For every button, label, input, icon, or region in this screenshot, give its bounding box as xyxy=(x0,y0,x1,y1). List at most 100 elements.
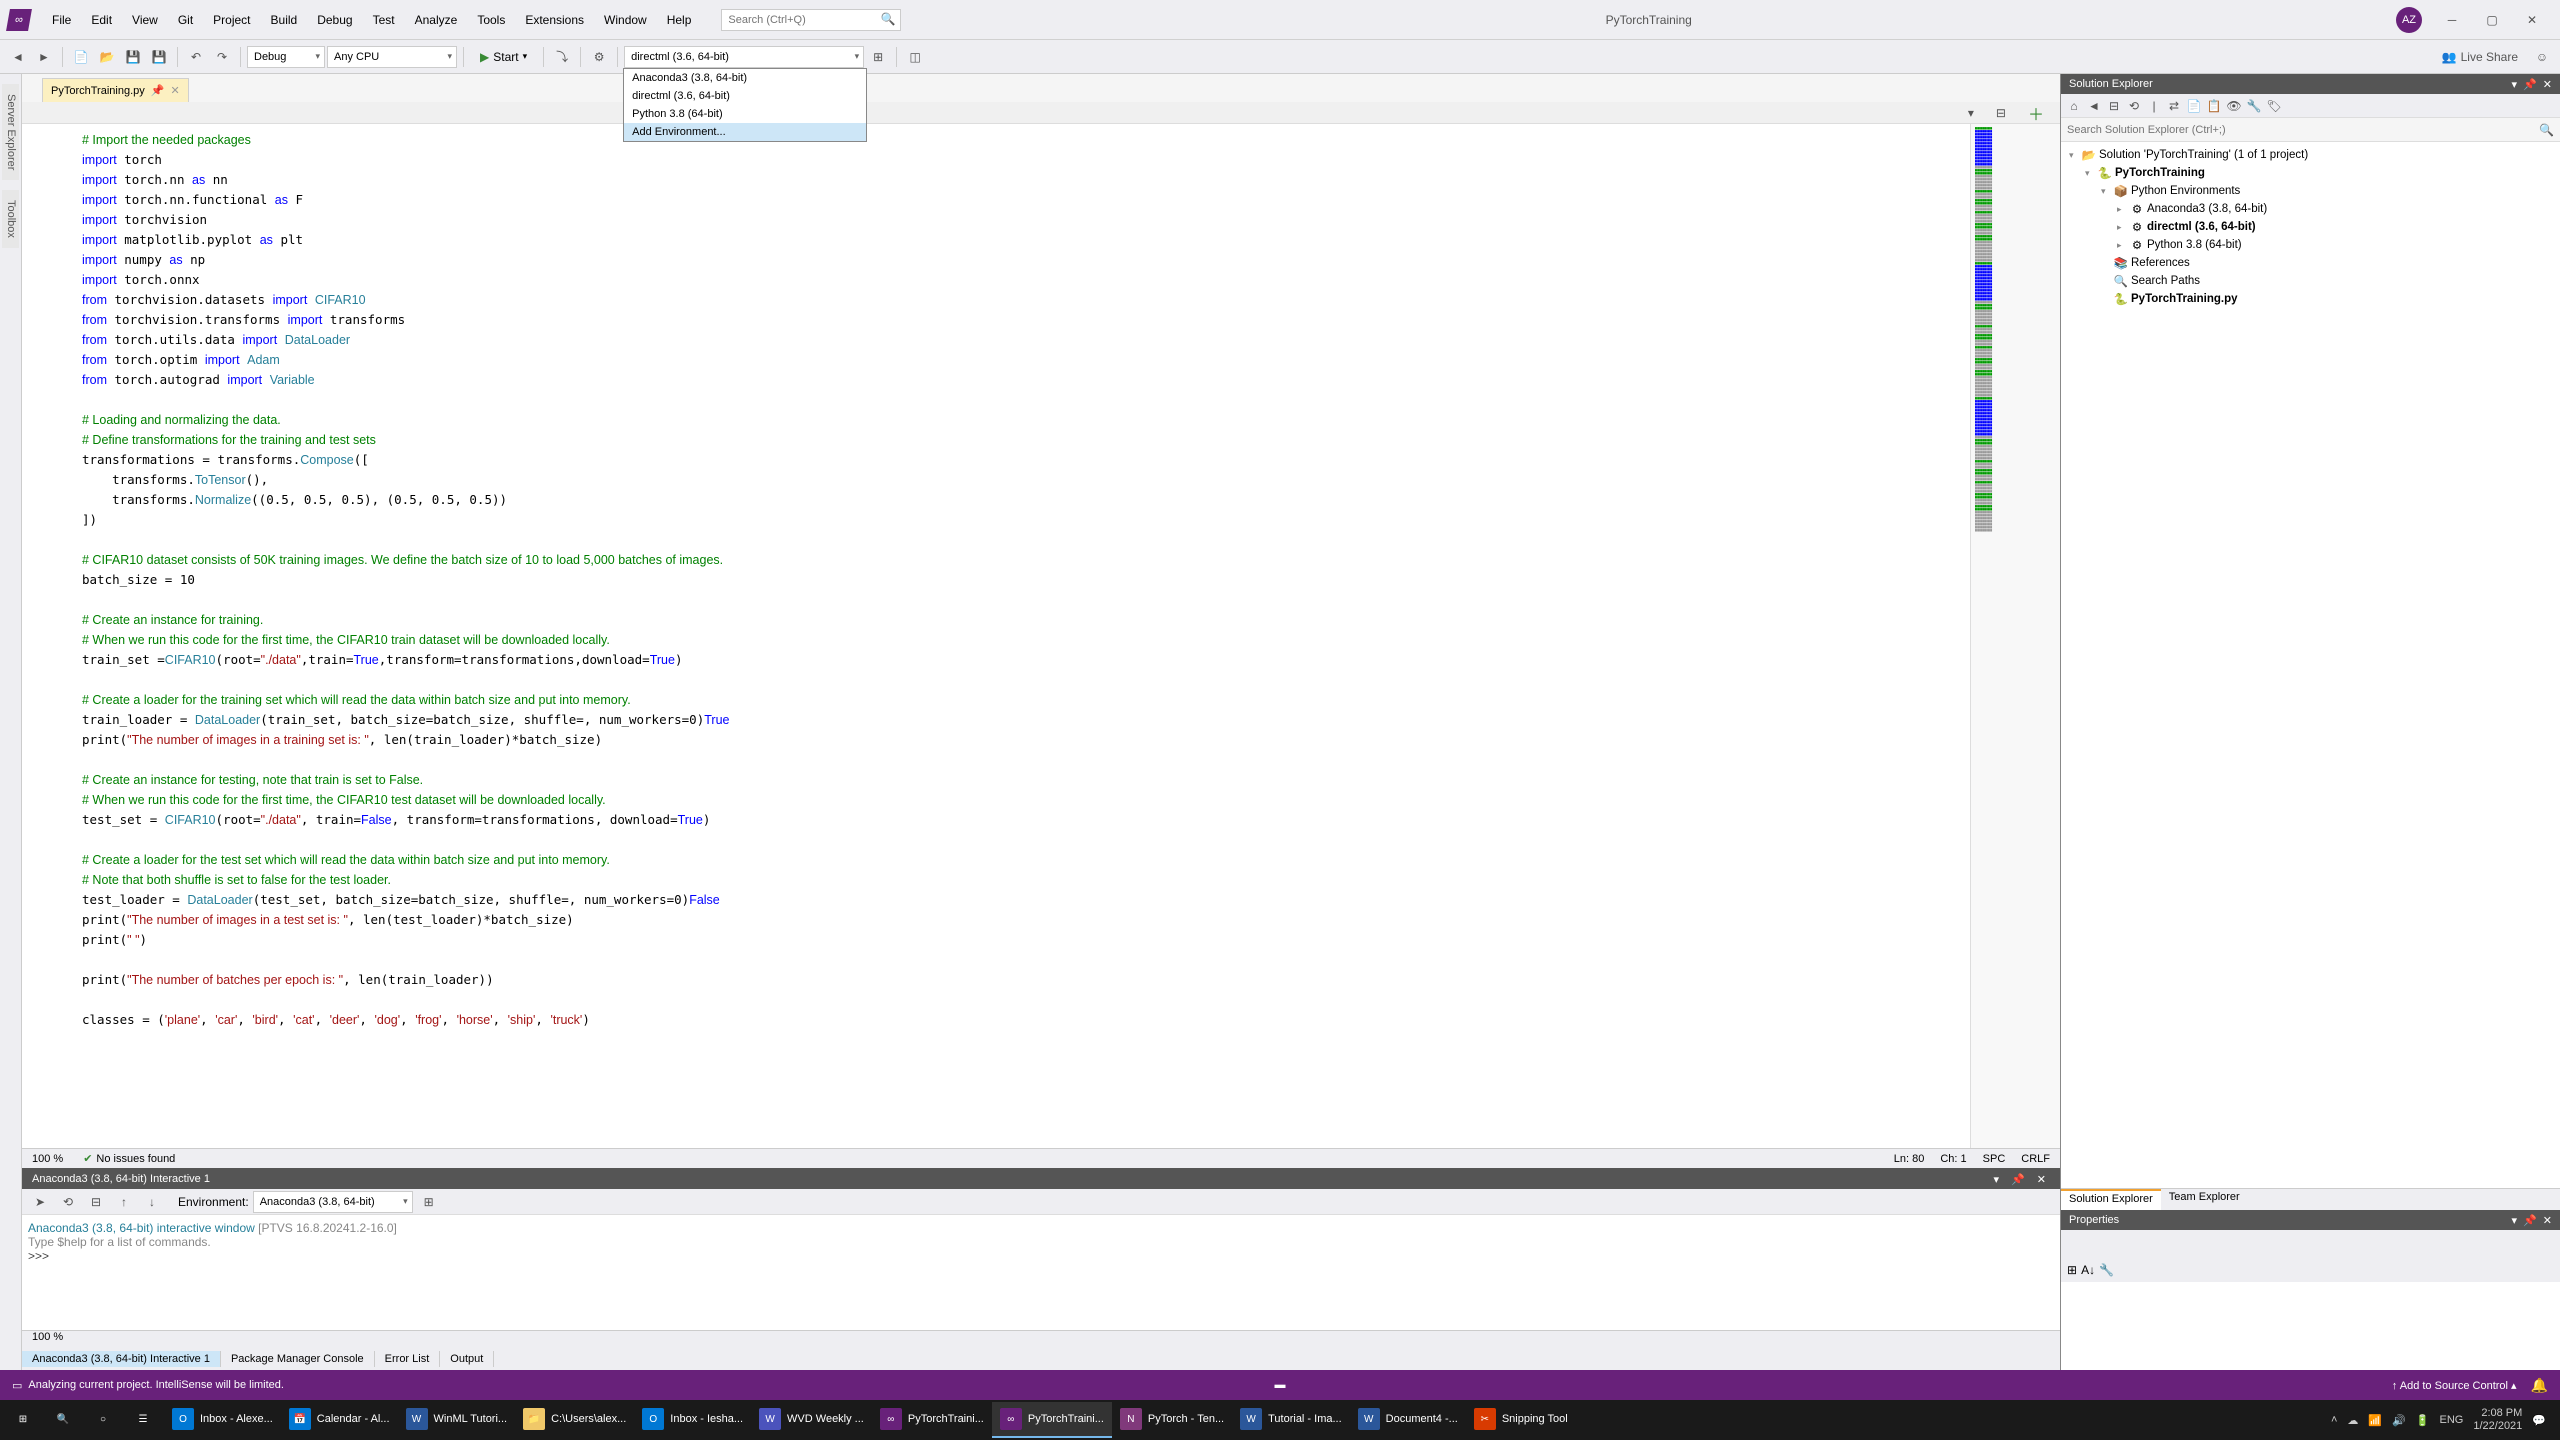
menu-help[interactable]: Help xyxy=(657,9,702,31)
se-collapse-icon[interactable]: ⊟ xyxy=(2105,97,2123,115)
props-pin-icon[interactable]: 📌 xyxy=(2523,1214,2537,1227)
solution-node[interactable]: ▾📂 Solution 'PyTorchTraining' (1 of 1 pr… xyxy=(2061,146,2560,164)
se-dropdown-icon[interactable]: ▾ xyxy=(2512,78,2518,91)
file-node[interactable]: 🐍 PyTorchTraining.py xyxy=(2061,290,2560,308)
taskbar-app[interactable]: NPyTorch - Ten... xyxy=(1112,1402,1232,1438)
menu-project[interactable]: Project xyxy=(203,9,260,31)
props-az-icon[interactable]: A↓ xyxy=(2081,1263,2095,1277)
panel-pin-icon[interactable]: 📌 xyxy=(2007,1173,2029,1186)
source-control-button[interactable]: ↑ Add to Source Control ▴ xyxy=(2392,1379,2517,1392)
interactive-zoom[interactable]: 100 % xyxy=(32,1331,63,1343)
taskbar-app[interactable]: ✂Snipping Tool xyxy=(1466,1402,1576,1438)
open-button[interactable]: 📂 xyxy=(95,45,119,69)
se-sync-icon[interactable]: ⇄ xyxy=(2165,97,2183,115)
menu-window[interactable]: Window xyxy=(594,9,657,31)
menu-analyze[interactable]: Analyze xyxy=(405,9,468,31)
layout-icon[interactable]: ◫ xyxy=(903,45,927,69)
interactive-env-dropdown[interactable]: Anaconda3 (3.8, 64-bit) xyxy=(253,1191,413,1213)
live-share-button[interactable]: 👥 Live Share xyxy=(2432,50,2528,64)
taskbar-app[interactable]: WDocument4 -... xyxy=(1350,1402,1466,1438)
code-editor[interactable]: # Import the needed packages import torc… xyxy=(22,124,1970,1148)
zoom-level[interactable]: 100 % xyxy=(32,1153,63,1165)
se-search-box[interactable]: 🔍 xyxy=(2061,118,2560,142)
se-flag-icon[interactable]: 🏷 xyxy=(2265,97,2283,115)
menu-debug[interactable]: Debug xyxy=(307,9,362,31)
env-directml[interactable]: ▸⚙ directml (3.6, 64-bit) xyxy=(2061,218,2560,236)
taskbar-app[interactable]: WTutorial - Ima... xyxy=(1232,1402,1350,1438)
new-button[interactable]: 📄 xyxy=(69,45,93,69)
add-button[interactable]: ＋ xyxy=(2022,101,2050,125)
quick-search-input[interactable] xyxy=(721,9,901,31)
user-avatar[interactable]: AZ xyxy=(2396,7,2422,33)
tray-notifications-icon[interactable]: 💬 xyxy=(2532,1414,2546,1427)
taskbar-app[interactable]: 📁C:\Users\alex... xyxy=(515,1402,634,1438)
split-button[interactable]: ⊟ xyxy=(1990,106,2012,120)
minimize-button[interactable]: ─ xyxy=(2432,5,2472,35)
nav-dropdown-icon[interactable]: ▾ xyxy=(1962,106,1980,120)
se-showall-icon[interactable]: 📄 xyxy=(2185,97,2203,115)
int-clear-icon[interactable]: ⊟ xyxy=(84,1190,108,1214)
server-explorer-tab[interactable]: Server Explorer xyxy=(2,84,19,180)
tray-wifi-icon[interactable]: 📶 xyxy=(2368,1414,2382,1427)
menu-view[interactable]: View xyxy=(122,9,168,31)
config-dropdown[interactable]: Debug xyxy=(247,46,325,68)
nav-back-button[interactable]: ◄ xyxy=(6,45,30,69)
tray-chevron-icon[interactable]: ˄ xyxy=(2331,1414,2337,1426)
redo-button[interactable]: ↷ xyxy=(210,45,234,69)
bottom-tab[interactable]: Output xyxy=(440,1351,494,1367)
se-properties-icon[interactable]: 📋 xyxy=(2205,97,2223,115)
tab-solution-explorer[interactable]: Solution Explorer xyxy=(2061,1189,2161,1210)
se-search-input[interactable] xyxy=(2067,124,2539,136)
save-all-button[interactable]: 💾 xyxy=(147,45,171,69)
env-option[interactable]: directml (3.6, 64-bit) xyxy=(624,87,866,105)
toolbox-tab[interactable]: Toolbox xyxy=(2,190,19,248)
int-up-icon[interactable]: ↑ xyxy=(112,1190,136,1214)
maximize-button[interactable]: ▢ xyxy=(2472,5,2512,35)
taskbar-app[interactable]: WWinML Tutori... xyxy=(398,1402,516,1438)
tab-team-explorer[interactable]: Team Explorer xyxy=(2161,1189,2248,1210)
se-refresh-icon[interactable]: ⟲ xyxy=(2125,97,2143,115)
int-send-icon[interactable]: ➤ xyxy=(28,1190,52,1214)
props-wrench-icon[interactable]: 🔧 xyxy=(2099,1263,2114,1277)
tray-language[interactable]: ENG xyxy=(2440,1414,2464,1426)
bottom-tab[interactable]: Error List xyxy=(375,1351,441,1367)
envs-node[interactable]: ▾📦 Python Environments xyxy=(2061,182,2560,200)
close-button[interactable]: ✕ xyxy=(2512,5,2552,35)
se-close-icon[interactable]: ✕ xyxy=(2543,78,2552,91)
props-cat-icon[interactable]: ⊞ xyxy=(2067,1263,2077,1277)
taskbar-search[interactable]: 🔍 xyxy=(44,1402,82,1438)
env-python38[interactable]: ▸⚙ Python 3.8 (64-bit) xyxy=(2061,236,2560,254)
menu-git[interactable]: Git xyxy=(168,9,203,31)
tab-close-icon[interactable]: ✕ xyxy=(170,84,179,97)
se-back-icon[interactable]: ◄ xyxy=(2085,97,2103,115)
notifications-icon[interactable]: 🔔 xyxy=(2531,1377,2548,1394)
feedback-icon[interactable]: ☺ xyxy=(2530,45,2554,69)
menu-test[interactable]: Test xyxy=(363,9,405,31)
menu-edit[interactable]: Edit xyxy=(81,9,122,31)
taskbar-clock[interactable]: 2:08 PM 1/22/2021 xyxy=(2473,1407,2522,1433)
project-node[interactable]: ▾🐍 PyTorchTraining xyxy=(2061,164,2560,182)
tray-onedrive-icon[interactable]: ☁ xyxy=(2347,1414,2358,1427)
menu-build[interactable]: Build xyxy=(261,9,308,31)
code-minimap[interactable]: ████████████████████████████████████████… xyxy=(1970,124,2060,1148)
taskbar-cortana[interactable]: ○ xyxy=(84,1402,122,1438)
int-module-icon[interactable]: ⊞ xyxy=(417,1190,441,1214)
taskbar-app[interactable]: 📅Calendar - Al... xyxy=(281,1402,398,1438)
int-down-icon[interactable]: ↓ xyxy=(140,1190,164,1214)
save-button[interactable]: 💾 xyxy=(121,45,145,69)
menu-file[interactable]: File xyxy=(42,9,81,31)
taskbar-taskview[interactable]: ☰ xyxy=(124,1402,162,1438)
props-dropdown-icon[interactable]: ▾ xyxy=(2512,1214,2518,1227)
se-wrench-icon[interactable]: 🔧 xyxy=(2245,97,2263,115)
start-button[interactable]: ▶ Start ▾ xyxy=(470,46,537,68)
panel-close-icon[interactable]: ✕ xyxy=(2033,1173,2050,1186)
file-tab-pytorchtraining[interactable]: PyTorchTraining.py 📌 ✕ xyxy=(42,78,189,102)
env-option[interactable]: Anaconda3 (3.8, 64-bit) xyxy=(624,69,866,87)
taskbar-app[interactable]: OInbox - Alexe... xyxy=(164,1402,281,1438)
se-pin-icon[interactable]: 📌 xyxy=(2523,78,2537,91)
nav-fwd-button[interactable]: ► xyxy=(32,45,56,69)
interactive-body[interactable]: Anaconda3 (3.8, 64-bit) interactive wind… xyxy=(22,1215,2060,1330)
taskbar-app[interactable]: ∞PyTorchTraini... xyxy=(992,1402,1112,1438)
taskbar-app[interactable]: OInbox - Iesha... xyxy=(634,1402,751,1438)
bottom-tab[interactable]: Anaconda3 (3.8, 64-bit) Interactive 1 xyxy=(22,1351,221,1367)
